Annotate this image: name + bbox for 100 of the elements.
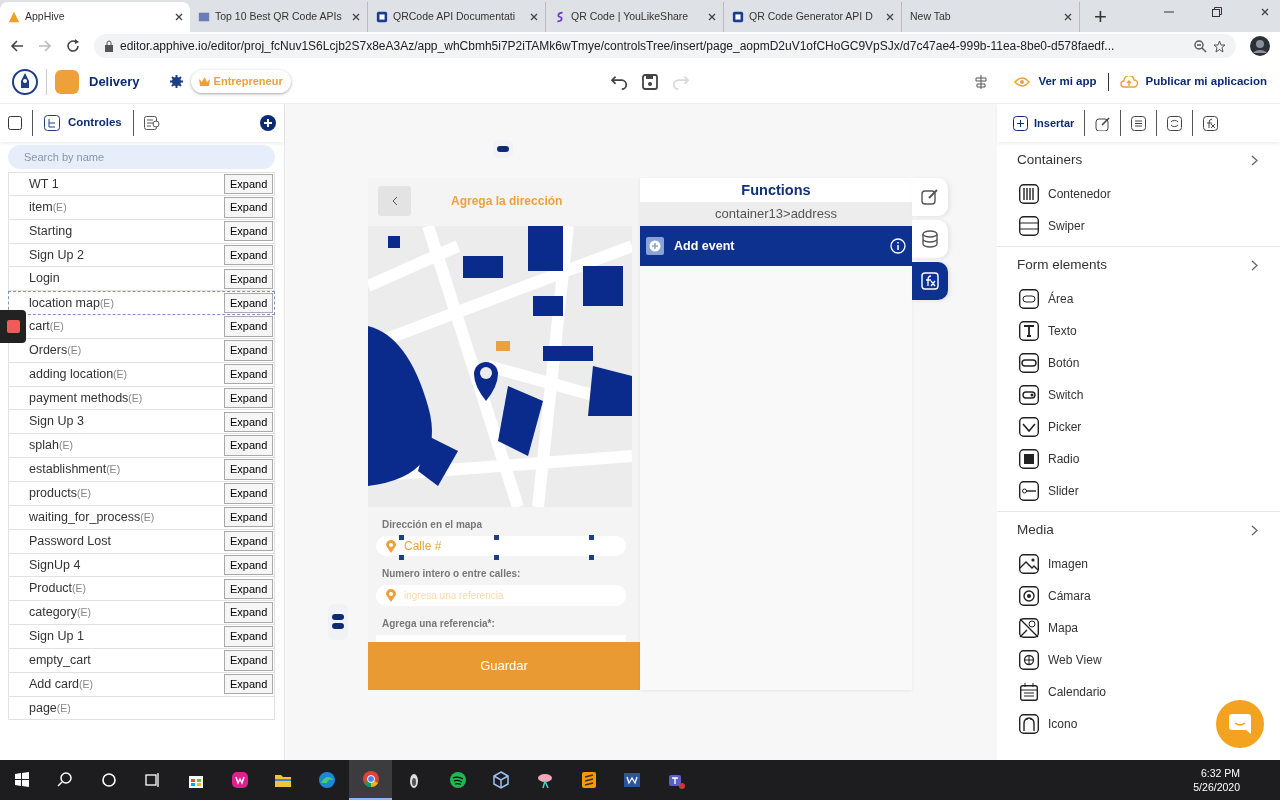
restore-icon[interactable] — [1212, 7, 1222, 17]
expand-button[interactable]: Expand — [224, 554, 273, 576]
insert-item[interactable]: Cámara — [997, 580, 1280, 612]
side-tab[interactable] — [912, 262, 948, 300]
expand-button[interactable]: Expand — [224, 197, 273, 218]
expand-button[interactable]: Expand — [224, 316, 273, 337]
insert-item[interactable]: Botón — [997, 347, 1280, 379]
side-tab[interactable] — [912, 220, 948, 258]
insert-item[interactable]: Slider — [997, 475, 1280, 507]
recorder-menu[interactable] — [0, 310, 26, 343]
expand-button[interactable]: Expand — [224, 626, 273, 647]
resize-handle[interactable] — [399, 535, 404, 541]
screen-row[interactable]: adding location(E) Expand — [8, 362, 275, 387]
zoom-icon[interactable] — [1194, 39, 1207, 53]
layout-icon[interactable] — [975, 74, 988, 89]
resize-handle[interactable] — [589, 555, 594, 561]
expand-button[interactable]: Expand — [224, 363, 273, 385]
section-header[interactable]: Containers — [997, 142, 1280, 178]
resize-handle[interactable] — [589, 535, 594, 541]
gear-icon[interactable] — [169, 75, 183, 88]
close-icon[interactable] — [351, 12, 361, 22]
insert-item[interactable]: Icono — [997, 708, 1280, 740]
screen-row[interactable]: WT 1 Expand — [8, 172, 275, 196]
save-icon[interactable] — [640, 73, 659, 90]
side-tab[interactable] — [912, 178, 948, 216]
expand-button[interactable]: Expand — [224, 268, 273, 290]
section-header[interactable]: Media — [997, 512, 1280, 548]
insert-item[interactable]: Contenedor — [997, 178, 1280, 210]
search-field[interactable]: Search by name — [8, 145, 275, 169]
insert-item[interactable]: Mapa — [997, 612, 1280, 644]
close-icon[interactable] — [1260, 7, 1270, 17]
expand-button[interactable]: Expand — [224, 459, 273, 480]
component-icon[interactable] — [143, 116, 160, 130]
expand-button[interactable]: Expand — [224, 387, 273, 409]
view-app-link[interactable]: Ver mi app — [1013, 71, 1098, 92]
screen-row[interactable]: category(E) Expand — [8, 601, 275, 626]
screen-row[interactable]: Orders(E) Expand — [8, 338, 275, 363]
screen-row[interactable]: Product(E) Expand — [8, 577, 275, 602]
screen-row[interactable]: location map(E) Expand — [8, 291, 275, 316]
field-background[interactable] — [376, 634, 626, 642]
screen-row[interactable]: establishment(E) Expand — [8, 458, 275, 482]
checkbox[interactable] — [8, 116, 22, 130]
resize-handle[interactable] — [399, 555, 404, 561]
rocket-logo-icon[interactable] — [12, 68, 38, 95]
screen-row[interactable]: Password Lost Expand — [8, 529, 275, 554]
close-icon[interactable] — [529, 12, 539, 22]
close-icon[interactable] — [707, 12, 717, 22]
resize-handle[interactable] — [494, 535, 499, 541]
expand-button[interactable]: Expand — [224, 340, 273, 361]
taskbar-button[interactable] — [348, 760, 393, 800]
undo-icon[interactable] — [610, 73, 629, 90]
back-arrow-icon[interactable] — [10, 39, 24, 53]
insert-item[interactable]: Swiper — [997, 210, 1280, 242]
stop-icon[interactable] — [6, 320, 20, 333]
expand-button[interactable]: Expand — [224, 507, 273, 528]
address-bar[interactable]: editor.apphive.io/editor/proj_fcNuv1S6Lcjb2S7x8eA3Az/app_whCbmh5i7P2iTAMk6wTmye/controlsTree/insert/page_aopmD2uV1ofCHoGC9VpSJx/d7c47ae4-999b-11ea-8be0-d578faedf... — [94, 34, 1236, 58]
screen-row[interactable]: Add card(E) Expand — [8, 672, 275, 697]
insert-item[interactable]: Web View — [997, 644, 1280, 676]
expand-button[interactable]: Expand — [224, 292, 273, 314]
screen-row[interactable]: empty_cart Expand — [8, 648, 275, 673]
screen-row[interactable]: Sign Up 2 Expand — [8, 243, 275, 268]
section-header[interactable]: Form elements — [997, 247, 1280, 283]
browser-tab[interactable]: AppHive — [0, 2, 190, 32]
expand-button[interactable]: Expand — [224, 220, 273, 242]
avatar-icon[interactable] — [1250, 36, 1270, 56]
expand-button[interactable]: Expand — [224, 435, 273, 456]
expand-button[interactable]: Expand — [224, 650, 273, 671]
expand-button[interactable]: Expand — [224, 173, 273, 195]
insert-item[interactable]: Imagen — [997, 548, 1280, 580]
screen-row[interactable]: Sign Up 1 Expand — [8, 625, 275, 649]
screen-row[interactable]: payment methods(E) Expand — [8, 386, 275, 411]
screen-row[interactable]: waiting_for_process(E) Expand — [8, 505, 275, 530]
star-icon[interactable] — [1213, 39, 1226, 53]
screen-row[interactable]: item(E) Expand — [8, 195, 275, 220]
insert-tab[interactable]: Insertar — [1003, 110, 1085, 136]
add-event-button[interactable]: Add event — [640, 226, 912, 266]
expand-button[interactable]: Expand — [224, 673, 273, 695]
insert-item[interactable]: Radio — [997, 443, 1280, 475]
publish-link[interactable]: Publicar mi aplicacion — [1118, 71, 1268, 92]
insert-item[interactable]: Switch — [997, 379, 1280, 411]
expand-button[interactable]: Expand — [224, 578, 273, 599]
resize-handle[interactable] — [494, 555, 499, 561]
insert-item[interactable]: Área — [997, 283, 1280, 315]
screen-row[interactable]: SignUp 4 Expand — [8, 553, 275, 578]
close-icon[interactable] — [1063, 12, 1073, 22]
reload-icon[interactable] — [66, 39, 80, 53]
drag-handle[interactable] — [493, 140, 513, 158]
screen-row[interactable]: Login Expand — [8, 267, 275, 292]
expand-button[interactable]: Expand — [224, 602, 273, 623]
add-icon[interactable] — [260, 115, 276, 131]
drag-handle[interactable] — [328, 604, 348, 640]
screen-row[interactable]: products(E) Expand — [8, 481, 275, 506]
expand-button[interactable]: Expand — [224, 411, 273, 433]
insert-item[interactable]: Picker — [997, 411, 1280, 443]
expand-button[interactable]: Expand — [224, 244, 273, 266]
insert-item[interactable]: Calendario — [997, 676, 1280, 708]
screen-row[interactable]: Starting Expand — [8, 219, 275, 244]
insert-item[interactable]: Texto — [997, 315, 1280, 347]
expand-button[interactable]: Expand — [224, 530, 273, 552]
screen-row[interactable]: splah(E) Expand — [8, 434, 275, 459]
